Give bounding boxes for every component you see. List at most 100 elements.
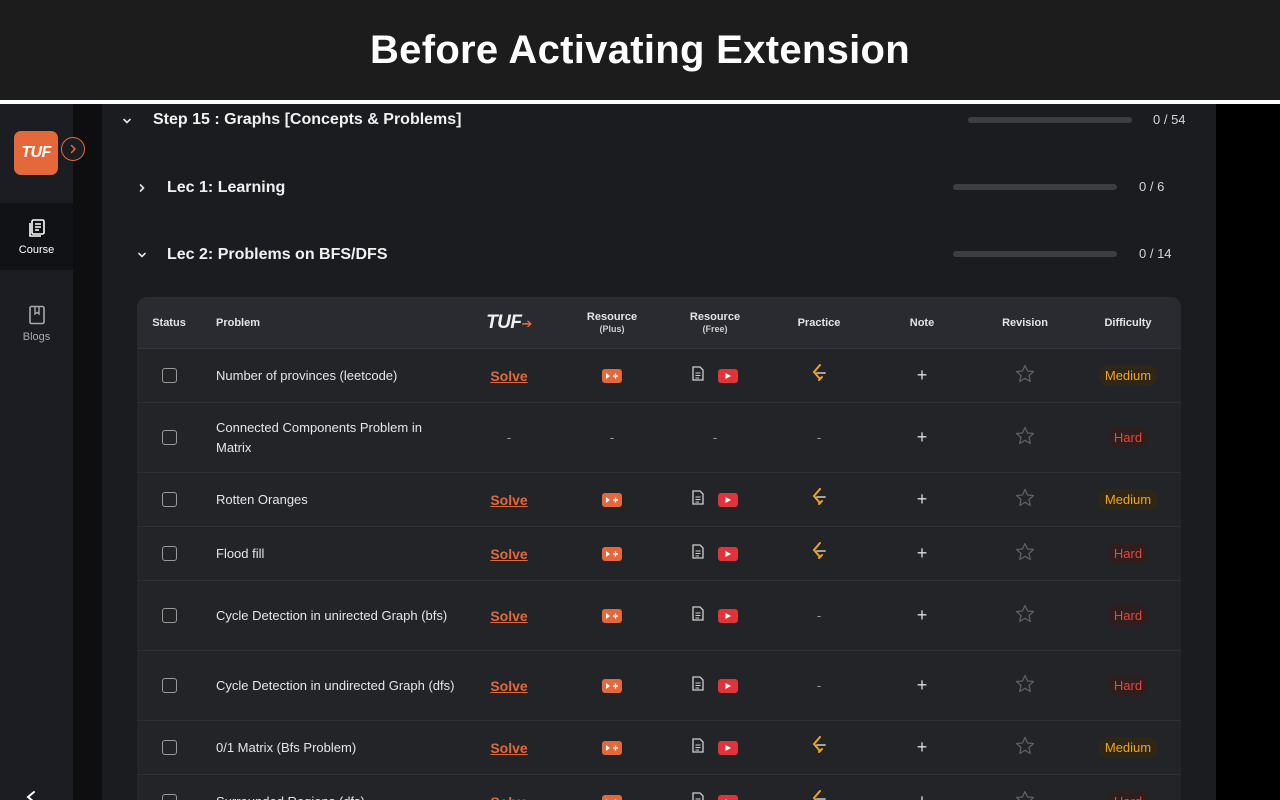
resource-free-cell[interactable] [665, 775, 765, 800]
resource-plus-cell[interactable] [562, 473, 662, 526]
article-icon[interactable] [692, 605, 704, 626]
practice-cell[interactable] [769, 775, 869, 800]
solve-cell[interactable]: Solve [459, 651, 559, 720]
star-icon[interactable] [1015, 542, 1035, 566]
status-checkbox[interactable] [161, 794, 177, 800]
sidebar-item-course[interactable]: Course [0, 203, 73, 270]
lecture-title[interactable]: Lec 1: Learning [167, 179, 285, 197]
practice-platform-icon[interactable] [811, 790, 827, 800]
resource-plus-cell[interactable] [562, 527, 662, 580]
note-cell[interactable]: + [872, 581, 972, 650]
add-note-button[interactable]: + [917, 543, 928, 564]
solve-cell[interactable]: Solve [459, 349, 559, 402]
solve-link[interactable]: Solve [490, 740, 527, 756]
solve-cell[interactable]: Solve [459, 473, 559, 526]
note-cell[interactable]: + [872, 651, 972, 720]
status-checkbox[interactable] [161, 492, 177, 507]
problem-name[interactable]: Number of provinces (leetcode) [216, 349, 456, 402]
add-note-button[interactable]: + [917, 605, 928, 626]
video-plus-icon[interactable] [602, 492, 622, 507]
resource-plus-cell[interactable] [562, 581, 662, 650]
star-icon[interactable] [1015, 364, 1035, 388]
revision-cell[interactable] [975, 403, 1075, 472]
youtube-icon[interactable] [718, 608, 738, 623]
solve-cell[interactable]: Solve [459, 721, 559, 774]
collapse-arrow-icon[interactable] [24, 790, 38, 800]
chevron-down-icon[interactable] [122, 116, 132, 126]
revision-cell[interactable] [975, 775, 1075, 800]
practice-platform-icon[interactable] [811, 364, 827, 387]
solve-link[interactable]: Solve [490, 368, 527, 384]
revision-cell[interactable] [975, 473, 1075, 526]
star-icon[interactable] [1015, 674, 1035, 698]
sidebar-item-blogs[interactable]: Blogs [0, 290, 73, 357]
resource-plus-cell[interactable] [562, 349, 662, 402]
video-plus-icon[interactable] [602, 794, 622, 800]
practice-platform-icon[interactable] [811, 736, 827, 759]
youtube-icon[interactable] [718, 740, 738, 755]
status-checkbox[interactable] [161, 430, 177, 445]
note-cell[interactable]: + [872, 473, 972, 526]
resource-plus-cell[interactable] [562, 775, 662, 800]
video-plus-icon[interactable] [602, 740, 622, 755]
article-icon[interactable] [692, 675, 704, 696]
youtube-icon[interactable] [718, 492, 738, 507]
revision-cell[interactable] [975, 349, 1075, 402]
note-cell[interactable]: + [872, 721, 972, 774]
practice-platform-icon[interactable] [811, 488, 827, 511]
status-checkbox[interactable] [161, 368, 177, 383]
resource-plus-cell[interactable] [562, 651, 662, 720]
video-plus-icon[interactable] [602, 608, 622, 623]
resource-plus-cell[interactable] [562, 721, 662, 774]
add-note-button[interactable]: + [917, 737, 928, 758]
solve-link[interactable]: Solve [490, 678, 527, 694]
youtube-icon[interactable] [718, 794, 738, 800]
chevron-right-icon[interactable] [137, 183, 147, 193]
revision-cell[interactable] [975, 581, 1075, 650]
revision-cell[interactable] [975, 651, 1075, 720]
revision-cell[interactable] [975, 527, 1075, 580]
article-icon[interactable] [692, 365, 704, 386]
video-plus-icon[interactable] [602, 678, 622, 693]
step-title[interactable]: Step 15 : Graphs [Concepts & Problems] [153, 111, 462, 129]
youtube-icon[interactable] [718, 678, 738, 693]
resource-free-cell[interactable] [665, 651, 765, 720]
article-icon[interactable] [692, 489, 704, 510]
practice-cell[interactable] [769, 473, 869, 526]
status-checkbox[interactable] [161, 608, 177, 623]
problem-name[interactable]: Cycle Detection in unirected Graph (bfs) [216, 581, 456, 650]
star-icon[interactable] [1015, 736, 1035, 760]
status-checkbox[interactable] [161, 740, 177, 755]
note-cell[interactable]: + [872, 527, 972, 580]
youtube-icon[interactable] [718, 368, 738, 383]
add-note-button[interactable]: + [917, 365, 928, 386]
status-checkbox[interactable] [161, 678, 177, 693]
article-icon[interactable] [692, 791, 704, 800]
resource-free-cell[interactable] [665, 721, 765, 774]
add-note-button[interactable]: + [917, 675, 928, 696]
problem-name[interactable]: Surrounded Regions (dfs) [216, 775, 456, 800]
solve-link[interactable]: Solve [490, 546, 527, 562]
video-plus-icon[interactable] [602, 546, 622, 561]
tuf-logo[interactable]: TUF [14, 131, 58, 175]
resource-free-cell[interactable] [665, 473, 765, 526]
add-note-button[interactable]: + [917, 427, 928, 448]
article-icon[interactable] [692, 543, 704, 564]
solve-cell[interactable]: Solve [459, 775, 559, 800]
star-icon[interactable] [1015, 790, 1035, 800]
lecture-title[interactable]: Lec 2: Problems on BFS/DFS [167, 246, 387, 264]
practice-platform-icon[interactable] [811, 542, 827, 565]
solve-cell[interactable]: Solve [459, 581, 559, 650]
solve-cell[interactable]: Solve [459, 527, 559, 580]
youtube-icon[interactable] [718, 546, 738, 561]
note-cell[interactable]: + [872, 775, 972, 800]
solve-link[interactable]: Solve [490, 492, 527, 508]
star-icon[interactable] [1015, 488, 1035, 512]
practice-cell[interactable] [769, 721, 869, 774]
revision-cell[interactable] [975, 721, 1075, 774]
video-plus-icon[interactable] [602, 368, 622, 383]
add-note-button[interactable]: + [917, 489, 928, 510]
sidebar-expand-button[interactable] [61, 137, 85, 161]
resource-free-cell[interactable] [665, 581, 765, 650]
status-checkbox[interactable] [161, 546, 177, 561]
